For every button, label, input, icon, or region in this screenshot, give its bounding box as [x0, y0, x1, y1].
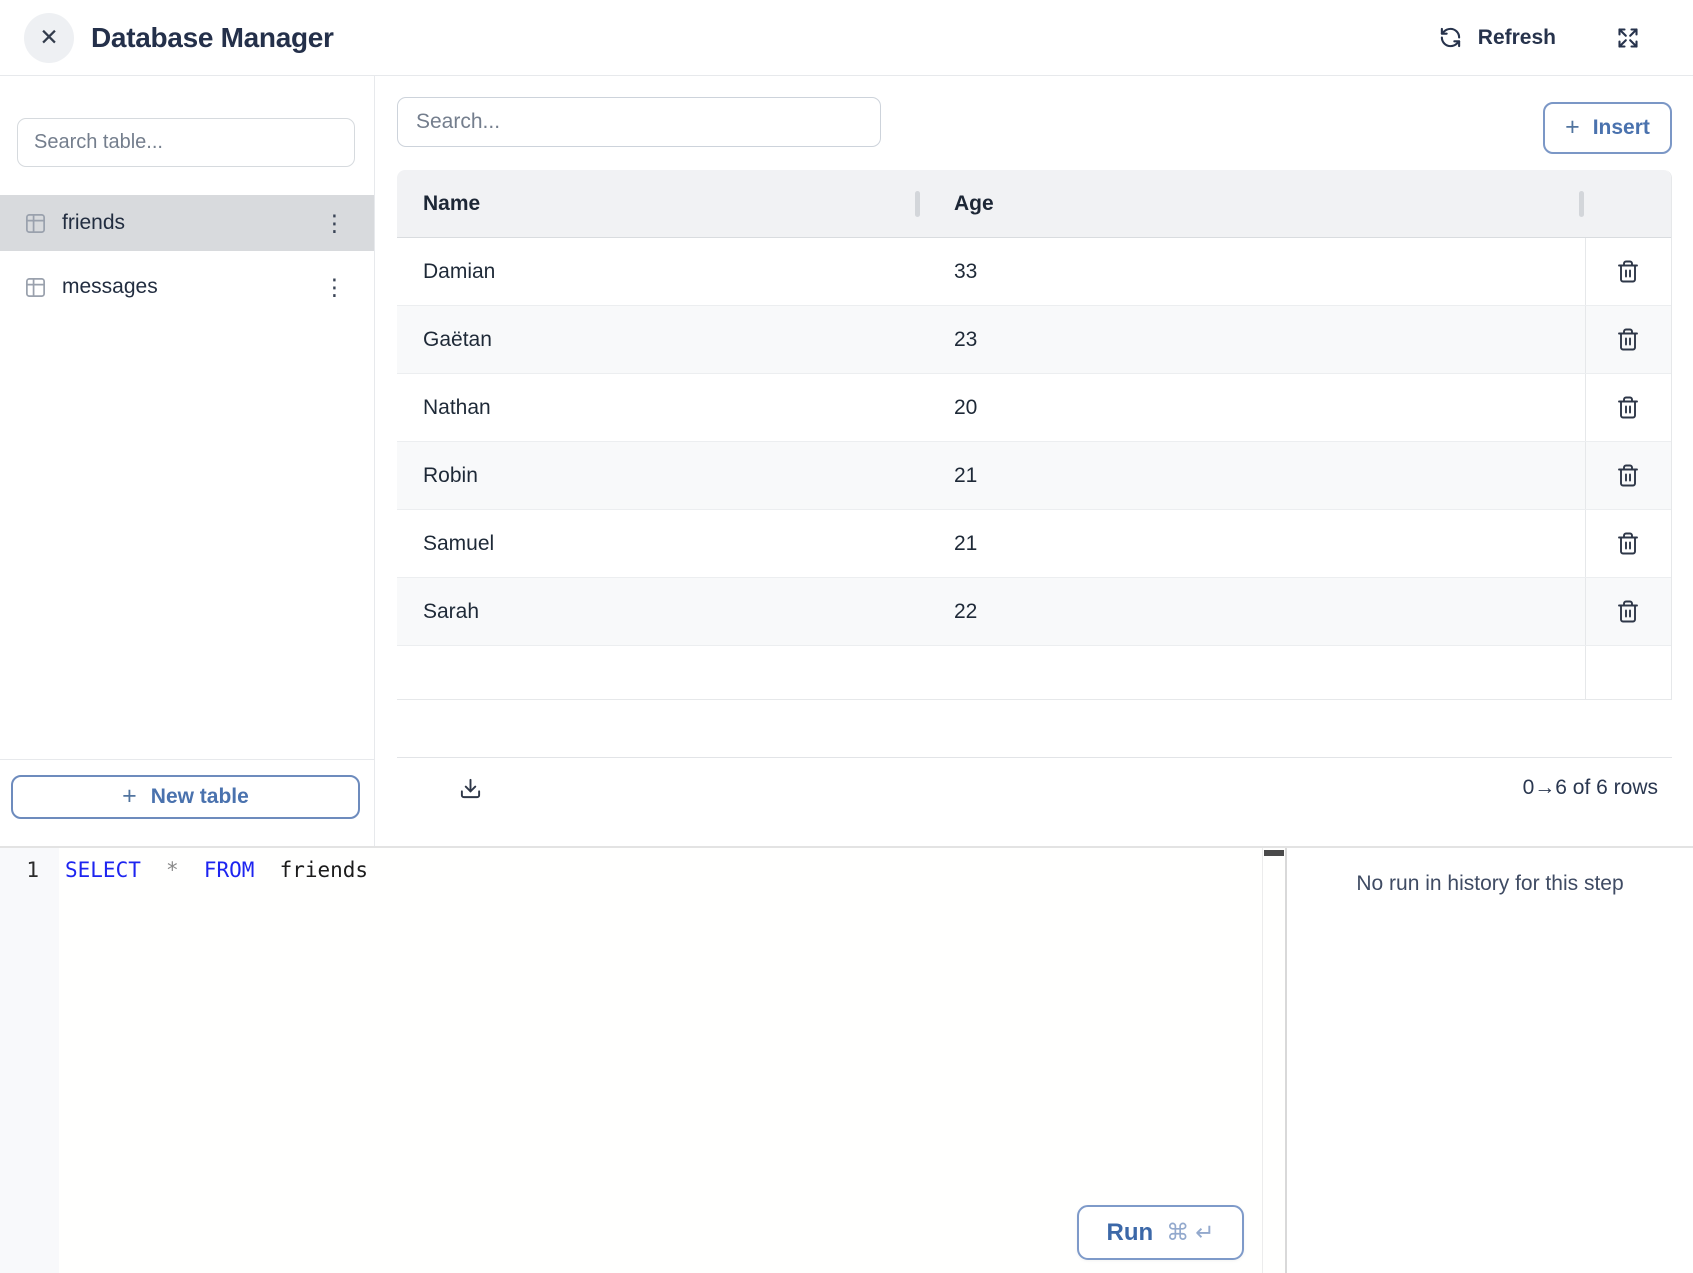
column-header-age: Age	[922, 192, 1585, 216]
trash-icon	[1616, 599, 1640, 624]
cell-age[interactable]: 21	[922, 532, 1585, 556]
command-key-icon: ⌘	[1166, 1219, 1189, 1246]
table-row: Gaëtan 23	[397, 306, 1671, 374]
close-icon: ✕	[39, 26, 58, 49]
trash-icon	[1616, 531, 1640, 556]
table-row: Sarah 22	[397, 578, 1671, 646]
download-button[interactable]	[457, 775, 484, 802]
delete-row-button[interactable]	[1612, 391, 1644, 424]
trash-icon	[1616, 327, 1640, 352]
trash-icon	[1616, 395, 1640, 420]
search-table-input[interactable]	[17, 118, 355, 167]
plus-icon: +	[122, 784, 137, 809]
cell-age[interactable]: 20	[922, 396, 1585, 420]
kebab-menu-icon[interactable]: ⋮	[319, 210, 350, 237]
table-empty-space	[397, 646, 1671, 699]
cell-actions	[1585, 442, 1670, 509]
cell-name[interactable]: Gaëtan	[397, 328, 922, 352]
editor-scrollbar-track[interactable]	[1262, 848, 1285, 1273]
run-label: Run	[1107, 1219, 1154, 1247]
sql-operator: *	[166, 858, 179, 882]
editor-scrollbar-thumb[interactable]	[1264, 850, 1284, 856]
run-button[interactable]: Run ⌘ ↵	[1077, 1205, 1244, 1260]
code-line: SELECT * FROM friends	[65, 855, 1285, 885]
cell-age[interactable]: 33	[922, 260, 1585, 284]
sidebar: friends ⋮ messages ⋮ + New table	[0, 76, 375, 846]
cell-actions	[1585, 374, 1670, 441]
cell-actions	[1585, 238, 1670, 305]
insert-button[interactable]: + Insert	[1543, 102, 1672, 154]
insert-label: Insert	[1593, 116, 1650, 140]
run-shortcut: ⌘ ↵	[1166, 1219, 1214, 1246]
data-table: Name Age Damian 33 Gaëtan 23	[397, 170, 1672, 700]
column-resize-handle[interactable]	[915, 191, 920, 217]
cell-age[interactable]: 21	[922, 464, 1585, 488]
kebab-menu-icon[interactable]: ⋮	[319, 274, 350, 301]
column-header-name: Name	[397, 192, 922, 216]
table-header-row: Name Age	[397, 170, 1671, 238]
plus-icon: +	[1565, 115, 1580, 140]
new-table-label: New table	[151, 785, 249, 809]
table-icon	[24, 276, 47, 299]
search-rows-input[interactable]	[397, 97, 881, 147]
table-row: Nathan 20	[397, 374, 1671, 442]
sidebar-item-friends[interactable]: friends ⋮	[0, 195, 374, 251]
table-footer: 0→6 of 6 rows	[397, 757, 1672, 818]
cell-age[interactable]: 23	[922, 328, 1585, 352]
table-icon	[24, 212, 47, 235]
table-name-label: messages	[62, 275, 158, 299]
table-row: Damian 33	[397, 238, 1671, 306]
run-history-panel: No run in history for this step	[1287, 848, 1693, 1273]
topbar: ✕ Database Manager Refresh	[0, 0, 1693, 76]
editor-section: 1 SELECT * FROM friends No run in histor…	[0, 846, 1693, 1273]
cell-actions	[1585, 578, 1670, 645]
empty-history-message: No run in history for this step	[1356, 872, 1623, 895]
refresh-button[interactable]: Refresh	[1439, 26, 1556, 50]
sidebar-footer: + New table	[0, 759, 374, 846]
table-list: friends ⋮ messages ⋮	[0, 195, 374, 315]
cell-actions	[1585, 306, 1670, 373]
line-number: 1	[26, 858, 39, 882]
delete-row-button[interactable]	[1612, 459, 1644, 492]
topbar-actions: Refresh	[1439, 26, 1693, 50]
data-panel: + Insert Name Age Damian 33 Gaë	[376, 76, 1693, 846]
cell-name[interactable]: Robin	[397, 464, 922, 488]
sql-table-name: friends	[280, 858, 369, 882]
cell-actions	[1585, 510, 1670, 577]
page-title: Database Manager	[91, 22, 334, 54]
expand-icon	[1616, 26, 1640, 50]
sql-keyword: SELECT	[65, 858, 141, 882]
delete-row-button[interactable]	[1612, 323, 1644, 356]
cell-name[interactable]: Samuel	[397, 532, 922, 556]
cell-name[interactable]: Sarah	[397, 600, 922, 624]
delete-row-button[interactable]	[1612, 595, 1644, 628]
trash-icon	[1616, 463, 1640, 488]
sidebar-item-messages[interactable]: messages ⋮	[0, 259, 374, 315]
close-button[interactable]: ✕	[24, 13, 74, 63]
refresh-label: Refresh	[1478, 26, 1556, 50]
cell-name[interactable]: Damian	[397, 260, 922, 284]
download-icon	[459, 777, 482, 800]
new-table-button[interactable]: + New table	[11, 775, 360, 819]
table-row: Samuel 21	[397, 510, 1671, 578]
cell-name[interactable]: Nathan	[397, 396, 922, 420]
column-resize-handle[interactable]	[1579, 191, 1584, 217]
trash-icon	[1616, 259, 1640, 284]
table-name-label: friends	[62, 211, 125, 235]
line-number-gutter: 1	[0, 848, 59, 1273]
fullscreen-button[interactable]	[1616, 26, 1640, 50]
delete-row-button[interactable]	[1612, 527, 1644, 560]
table-row: Robin 21	[397, 442, 1671, 510]
return-key-icon: ↵	[1195, 1219, 1214, 1246]
refresh-icon	[1439, 26, 1462, 49]
cell-age[interactable]: 22	[922, 600, 1585, 624]
delete-row-button[interactable]	[1612, 255, 1644, 288]
row-count: 0→6 of 6 rows	[1523, 776, 1658, 800]
sql-keyword: FROM	[204, 858, 255, 882]
